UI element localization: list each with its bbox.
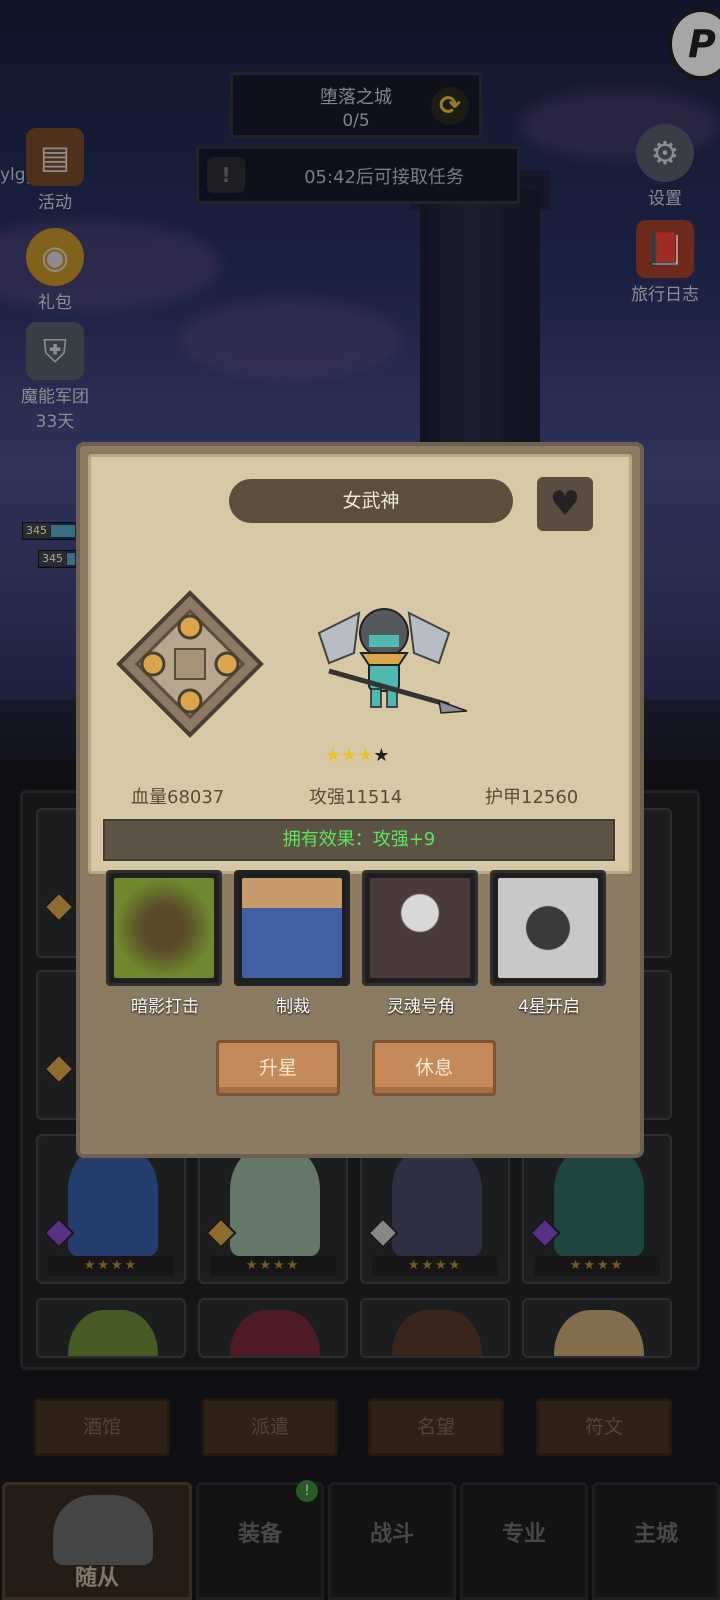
skill-label: 制裁 — [276, 997, 310, 1017]
skill-locked[interactable]: 4星开启 — [490, 870, 608, 1017]
skill-icon-frame — [490, 870, 606, 986]
rest-button[interactable]: 休息 — [372, 1040, 496, 1096]
class-emblem-icon — [116, 590, 264, 738]
favorite-button[interactable]: ♥ — [537, 477, 593, 531]
armor-stat: 护甲12560 — [485, 787, 579, 808]
skill-label: 暗影打击 — [131, 997, 199, 1017]
hero-info-panel: 女武神 ♥ ★★★★ 血量68037 攻强11514 护甲12560 拥有效果：… — [88, 454, 632, 874]
hp-stat: 血量68037 — [131, 787, 225, 808]
skill-label: 4星开启 — [518, 997, 580, 1017]
skill-sanction[interactable]: 制裁 — [234, 870, 352, 1017]
heart-icon: ♥ — [549, 484, 581, 524]
valkyrie-portrait — [317, 608, 468, 714]
hero-star-rating: ★★★★ — [325, 745, 405, 766]
hero-name: 女武神 — [229, 479, 513, 523]
skill-icon-frame — [106, 870, 222, 986]
star-icon: ★ — [325, 745, 342, 766]
shadow-strike-icon — [114, 878, 214, 978]
skull-horn-icon — [370, 878, 470, 978]
skill-icon-frame — [362, 870, 478, 986]
owned-effect: 拥有效果：攻强+9 — [103, 819, 615, 861]
locked-fist-icon — [498, 878, 598, 978]
attack-stat: 攻强11514 — [309, 787, 403, 808]
skill-icon-frame — [234, 870, 350, 986]
skill-soul-horn[interactable]: 灵魂号角 — [362, 870, 480, 1017]
upgrade-star-button[interactable]: 升星 — [216, 1040, 340, 1096]
star-icon: ★ — [357, 745, 374, 766]
hero-detail-modal: 女武神 ♥ ★★★★ 血量68037 攻强11514 护甲12560 拥有效果：… — [76, 442, 644, 1158]
star-icon: ★ — [341, 745, 358, 766]
skill-label: 灵魂号角 — [387, 997, 455, 1017]
star-icon: ★ — [373, 745, 390, 766]
hammer-icon — [242, 878, 342, 978]
skill-shadow-strike[interactable]: 暗影打击 — [106, 870, 224, 1017]
